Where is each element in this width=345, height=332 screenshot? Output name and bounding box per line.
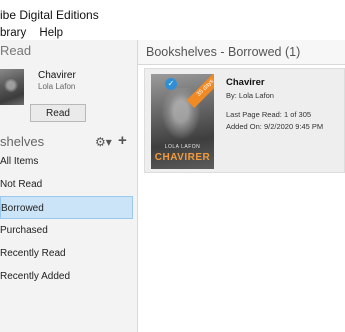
book-author: By: Lola Lafon <box>226 91 274 100</box>
shelf-list: All Items Not Read Borrowed Purchased Re… <box>0 150 138 288</box>
add-shelf-icon[interactable]: + <box>118 132 127 149</box>
window-title: ibe Digital Editions <box>0 0 345 26</box>
menu-bar: brary Help <box>0 26 345 40</box>
book-title: Chavirer <box>226 77 265 88</box>
book-cover[interactable]: 35 days ✓ LOLA LAFON CHAVIRER <box>151 74 214 169</box>
main-header: Bookshelves - Borrowed (1) <box>138 40 345 65</box>
last-read-author: Lola Lafon <box>38 82 76 91</box>
menu-library[interactable]: brary <box>0 26 26 40</box>
page-title: Bookshelves - Borrowed (1) <box>146 45 301 59</box>
shelf-item-all-items[interactable]: All Items <box>0 150 138 173</box>
shelf-item-purchased[interactable]: Purchased <box>0 219 138 242</box>
main-panel: Bookshelves - Borrowed (1) 35 days ✓ LOL… <box>138 40 345 332</box>
cover-title: CHAVIRER <box>154 152 211 163</box>
shelf-item-borrowed[interactable]: Borrowed <box>0 196 133 219</box>
sidebar: Read Chavirer Lola Lafon Read shelves ⚙▾… <box>0 40 138 332</box>
last-read-heading: Read <box>0 43 32 58</box>
shelf-item-recently-read[interactable]: Recently Read <box>0 242 138 265</box>
book-card[interactable]: 35 days ✓ LOLA LAFON CHAVIRER Chavirer B… <box>144 68 345 173</box>
gear-icon[interactable]: ⚙▾ <box>95 135 112 149</box>
book-added-on: Added On: 9/2/2020 9:45 PM <box>226 122 324 131</box>
check-icon: ✓ <box>165 78 177 90</box>
shelf-item-not-read[interactable]: Not Read <box>0 173 138 196</box>
shelf-item-recently-added[interactable]: Recently Added <box>0 265 138 288</box>
last-read-title: Chavirer <box>38 70 76 81</box>
last-read-cover[interactable] <box>0 69 24 105</box>
book-last-page: Last Page Read: 1 of 305 <box>226 110 312 119</box>
bookshelves-heading: shelves <box>0 134 45 149</box>
menu-help[interactable]: Help <box>39 26 63 40</box>
cover-author: LOLA LAFON <box>164 144 201 150</box>
read-button[interactable]: Read <box>30 104 86 122</box>
